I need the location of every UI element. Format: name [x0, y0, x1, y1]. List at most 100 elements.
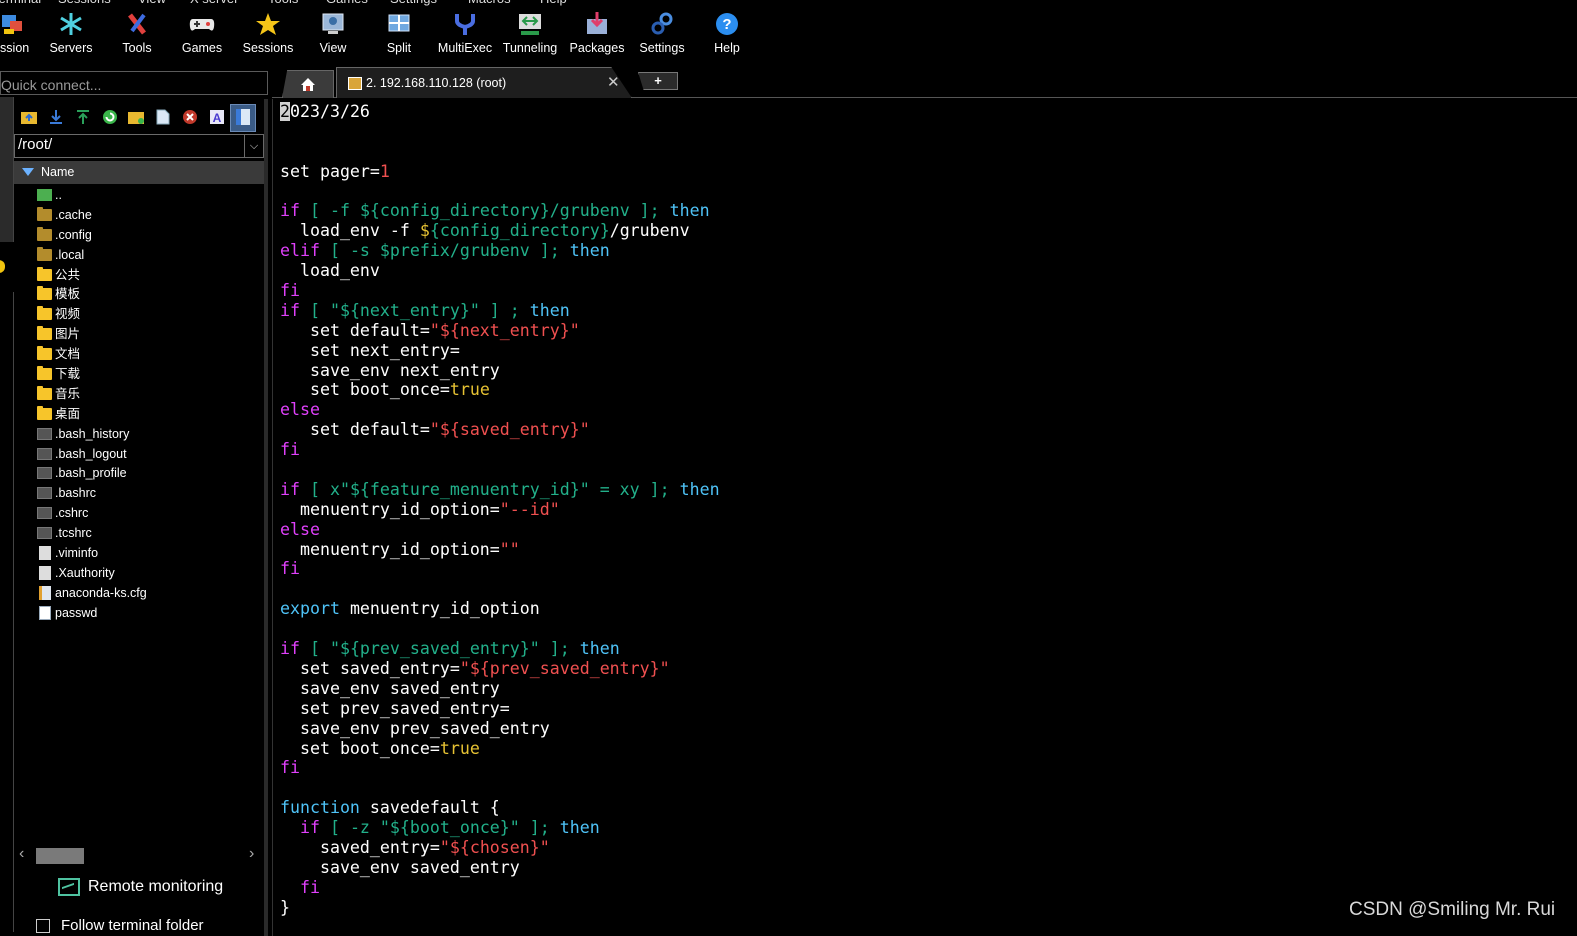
refresh-icon[interactable] [101, 108, 119, 126]
file-name: 下载 [55, 367, 81, 382]
follow-terminal-folder[interactable]: Follow terminal folder [36, 917, 204, 934]
folder-icon [37, 346, 52, 361]
tools-button[interactable]: Tools [112, 6, 162, 68]
quick-connect-input[interactable] [0, 71, 268, 95]
file-row[interactable]: 文档 [14, 344, 264, 364]
multiexec-button[interactable]: MultiExec [437, 6, 493, 68]
terminal-line: set default="${next_entry}" [280, 321, 720, 341]
file-row[interactable]: .bash_profile [14, 463, 264, 483]
split-icon [384, 9, 414, 39]
follow-terminal-checkbox[interactable] [36, 918, 50, 933]
games-button[interactable]: Games [177, 6, 227, 68]
file-row[interactable]: anaconda-ks.cfg [14, 583, 264, 603]
sftp-path-combo[interactable]: /root/ ⌵ [14, 134, 264, 158]
code-token: then [559, 818, 600, 838]
upload-icon[interactable] [74, 108, 92, 126]
terminal-line: save_env saved_entry [280, 679, 720, 699]
chevron-down-icon[interactable]: ⌵ [244, 135, 263, 157]
file-row[interactable]: .tcshrc [14, 523, 264, 543]
scrollbar-thumb[interactable] [36, 848, 84, 864]
servers-icon [56, 9, 86, 39]
remote-monitoring-button[interactable]: Remote monitoring [58, 875, 223, 899]
code-token: "" [499, 539, 520, 559]
download-icon[interactable] [47, 108, 65, 126]
macros-tab-icon[interactable] [0, 260, 5, 273]
file-row[interactable]: .cshrc [14, 503, 264, 523]
file-icon [37, 467, 52, 480]
terminal-line: set next_entry= [280, 341, 720, 361]
terminal-line: save_env prev_saved_entry [280, 719, 720, 739]
file-row[interactable]: .. [14, 185, 264, 205]
code-token: load_env [280, 261, 380, 281]
code-token: then [579, 639, 620, 659]
file-row[interactable]: 音乐 [14, 384, 264, 404]
file-row[interactable]: 公共 [14, 265, 264, 285]
file-row[interactable]: .cache [14, 205, 264, 225]
code-token: "--id" [499, 499, 560, 519]
code-token: [ " [299, 639, 340, 659]
file-row[interactable]: 桌面 [14, 404, 264, 424]
terminal-line: set prev_saved_entry= [280, 699, 720, 719]
code-token: ${feature_menuentry_id} [349, 479, 580, 499]
code-token: save_env next_entry [280, 360, 500, 380]
close-icon[interactable]: ✕ [607, 73, 620, 91]
terminal-line: set default="${saved_entry}" [280, 420, 720, 440]
file-row[interactable]: 视频 [14, 304, 264, 324]
scroll-right-icon[interactable]: › [249, 845, 254, 863]
new-tab-button[interactable]: + [638, 72, 678, 90]
file-row[interactable]: .Xauthority [14, 563, 264, 583]
code-token: set next_entry= [280, 340, 460, 360]
help-icon: ? [712, 9, 742, 39]
terminal-line: if [ x"${feature_menuentry_id}" = xy ]; … [280, 480, 720, 500]
side-tabs-strip[interactable] [0, 97, 14, 242]
file-row[interactable]: .bash_logout [14, 444, 264, 464]
file-row[interactable]: .local [14, 245, 264, 265]
split-button[interactable]: Split [374, 6, 424, 68]
delete-icon[interactable] [181, 108, 199, 126]
help-button[interactable]: ? Help [702, 6, 752, 68]
tab-bar: 2. 192.168.110.128 (root) ✕ + [272, 66, 1577, 98]
horizontal-scrollbar[interactable]: ‹ › [14, 845, 264, 865]
file-row[interactable]: .viminfo [14, 543, 264, 563]
packages-button[interactable]: Packages [568, 6, 626, 68]
servers-button[interactable]: Servers [46, 6, 96, 68]
new-file-icon[interactable] [154, 108, 172, 126]
scroll-left-icon[interactable]: ‹ [19, 845, 24, 863]
file-row[interactable]: 图片 [14, 324, 264, 344]
sessions-button[interactable]: Sessions [242, 6, 294, 68]
folder-icon [37, 405, 52, 420]
parent-folder-icon[interactable] [20, 108, 38, 126]
main-toolbar: Session Servers Tools Games Sessions Vie… [0, 6, 1577, 68]
file-row[interactable]: 下载 [14, 364, 264, 384]
file-row[interactable]: .bashrc [14, 483, 264, 503]
new-folder-icon[interactable] [127, 108, 145, 126]
terminal-view[interactable]: 2023/3/26 set pager=1 if [ -f ${config_dir… [272, 99, 1577, 936]
file-row[interactable]: .bash_history [14, 424, 264, 444]
file-icon [39, 565, 51, 580]
tab-session-root[interactable]: 2. 192.168.110.128 (root) ✕ [336, 67, 632, 98]
file-row[interactable]: .config [14, 225, 264, 245]
column-header-name[interactable]: Name [14, 161, 264, 184]
home-tab[interactable] [282, 70, 334, 98]
file-row[interactable]: passwd [14, 603, 264, 623]
rename-icon[interactable]: A [208, 108, 226, 126]
file-name: 图片 [55, 327, 81, 342]
session-button[interactable]: Session [0, 6, 38, 68]
code-token: set default= [280, 420, 430, 440]
code-token: fi [280, 559, 300, 579]
code-token: [ -s $prefix/grubenv ]; [319, 241, 570, 261]
view-button[interactable]: View [308, 6, 358, 68]
tunneling-button[interactable]: Tunneling [500, 6, 560, 68]
code-token: ${prev_saved_entry} [339, 639, 530, 659]
settings-button[interactable]: Settings [636, 6, 688, 68]
sftp-toolbar: A [14, 102, 264, 134]
code-token: set saved_entry= [280, 658, 460, 678]
games-icon [187, 9, 217, 39]
file-name: .tcshrc [55, 526, 92, 541]
folder-icon [37, 246, 52, 261]
terminal-line: export menuentry_id_option [280, 599, 720, 619]
code-token: ${next_entry} [339, 300, 470, 320]
file-row[interactable]: 模板 [14, 284, 264, 304]
